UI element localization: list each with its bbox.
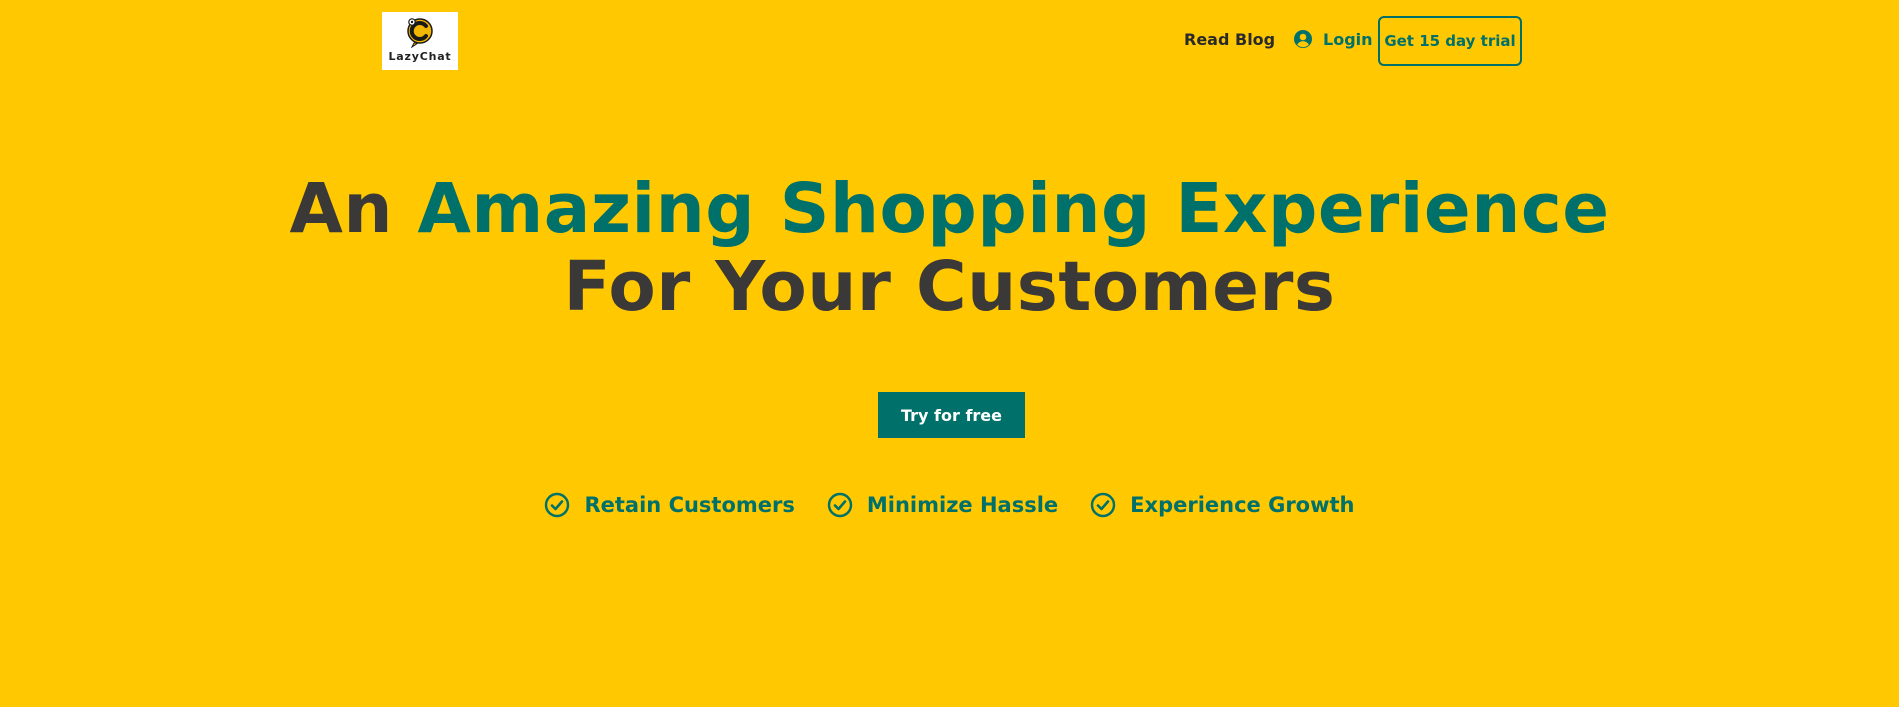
feature-label: Minimize Hassle bbox=[866, 493, 1059, 517]
feature-label: Retain Customers bbox=[584, 493, 795, 517]
logo-text: LazyChat bbox=[388, 50, 452, 63]
brand-logo[interactable]: LazyChat bbox=[382, 12, 458, 70]
hero-title-prefix: An bbox=[289, 169, 418, 249]
landing-page: LazyChat Read Blog Login Get 15 day tria… bbox=[0, 0, 1899, 707]
hero-title-accent: Amazing Shopping Experience bbox=[417, 169, 1610, 249]
get-trial-button[interactable]: Get 15 day trial bbox=[1378, 16, 1522, 66]
feature-item-minimize-hassle: Minimize Hassle bbox=[827, 492, 1058, 518]
try-for-free-button[interactable]: Try for free bbox=[878, 392, 1025, 438]
feature-item-experience-growth: Experience Growth bbox=[1090, 492, 1355, 518]
hero-title-line2: For Your Customers bbox=[563, 247, 1336, 327]
read-blog-link[interactable]: Read Blog bbox=[1184, 30, 1275, 49]
feature-list: Retain Customers Minimize Hassle Experie… bbox=[0, 492, 1899, 518]
feature-label: Experience Growth bbox=[1130, 493, 1355, 517]
hero-title: An Amazing Shopping Experience For Your … bbox=[0, 170, 1899, 326]
logo-icon bbox=[407, 18, 433, 48]
check-circle-icon bbox=[1090, 492, 1116, 518]
feature-item-retain-customers: Retain Customers bbox=[544, 492, 795, 518]
login-link[interactable]: Login bbox=[1293, 29, 1373, 49]
login-label: Login bbox=[1323, 29, 1373, 49]
user-circle-icon bbox=[1294, 30, 1312, 48]
check-circle-icon bbox=[545, 492, 570, 518]
check-circle-icon bbox=[827, 492, 853, 518]
